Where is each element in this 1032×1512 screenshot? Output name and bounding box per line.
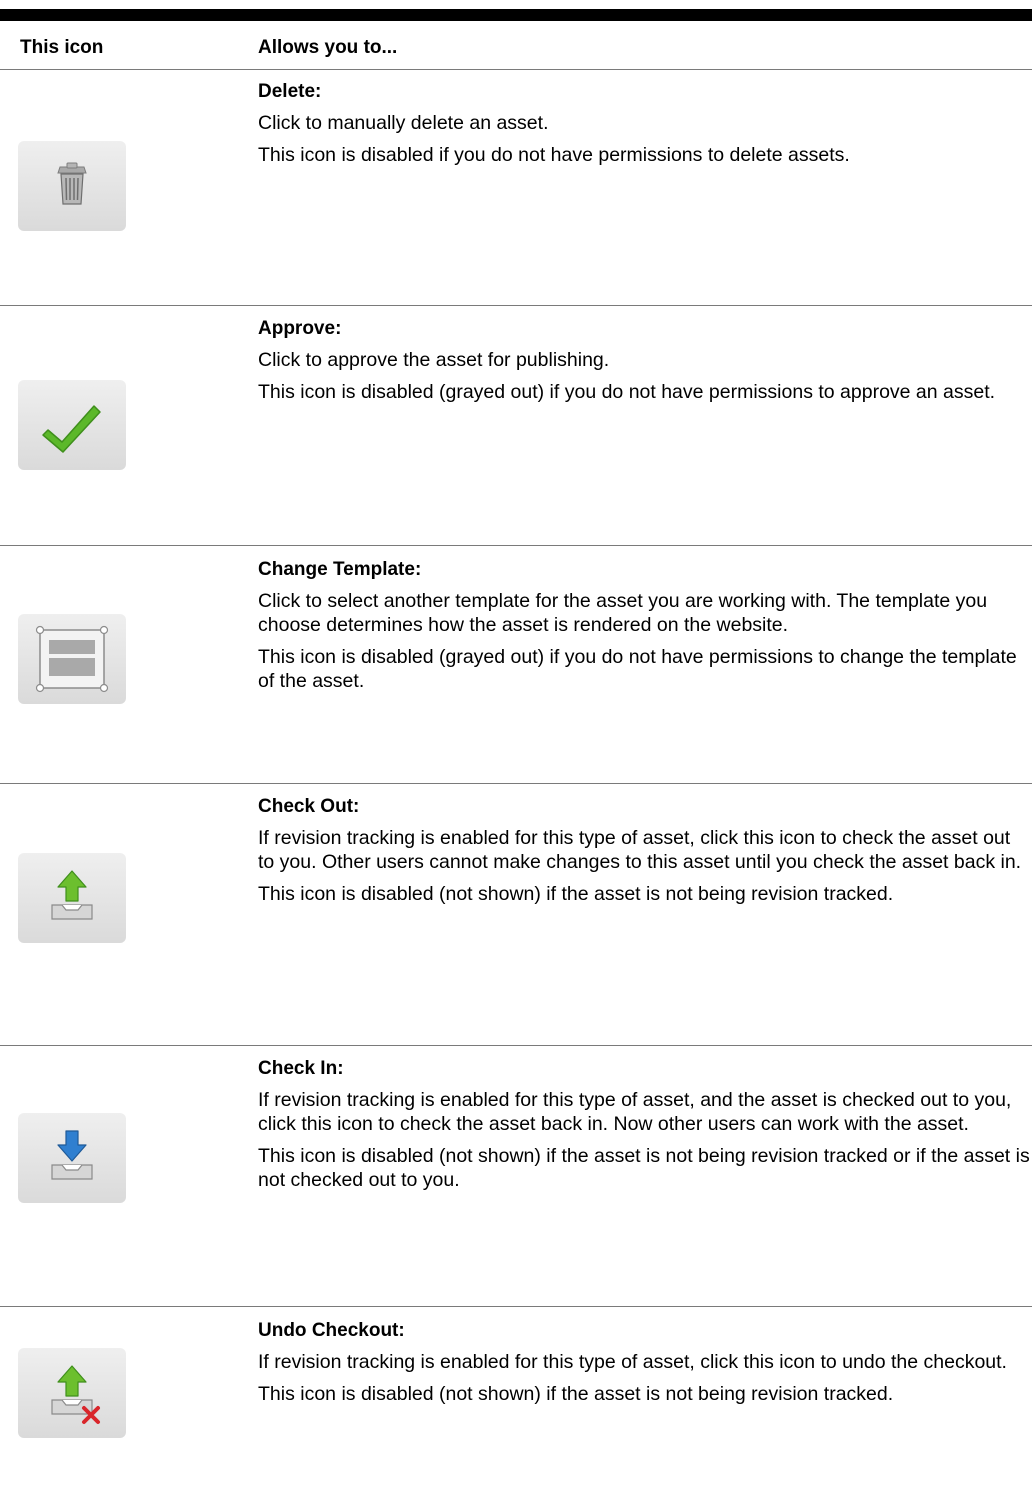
header-rule [0, 69, 1032, 70]
row-text: This icon is disabled if you do not have… [258, 144, 850, 166]
row-text: Click to approve the asset for publishin… [258, 349, 610, 371]
row-text: Click to select another template for the… [258, 590, 988, 636]
row-description: Delete: Click to manually delete an asse… [258, 81, 1030, 175]
undo-checkout-icon [18, 1348, 126, 1438]
row-description: Approve: Click to approve the asset for … [258, 318, 1030, 412]
row-rule [0, 305, 1032, 306]
row-text: This icon is disabled (not shown) if the… [258, 883, 894, 905]
row-rule [0, 1306, 1032, 1307]
row-title: Check In: [258, 1058, 344, 1079]
row-title: Check Out: [258, 796, 360, 817]
row-text: This icon is disabled (not shown) if the… [258, 1383, 894, 1405]
row-description: Change Template: Click to select another… [258, 559, 1030, 701]
row-text: Click to manually delete an asset. [258, 112, 549, 134]
column-header-icon: This icon [20, 37, 104, 58]
row-description: Check In: If revision tracking is enable… [258, 1058, 1030, 1200]
row-text: This icon is disabled (grayed out) if yo… [258, 381, 996, 403]
row-title: Approve: [258, 318, 342, 339]
row-title: Change Template: [258, 559, 422, 580]
row-text: If revision tracking is enabled for this… [258, 1351, 1007, 1373]
row-rule [0, 783, 1032, 784]
checkmark-icon [18, 380, 126, 470]
row-title: Undo Checkout: [258, 1320, 405, 1341]
row-text: This icon is disabled (not shown) if the… [258, 1145, 1030, 1191]
row-title: Delete: [258, 81, 322, 102]
table-top-rule [0, 9, 1032, 21]
row-text: This icon is disabled (grayed out) if yo… [258, 646, 1017, 692]
row-description: Undo Checkout: If revision tracking is e… [258, 1320, 1030, 1414]
column-header-description: Allows you to... [258, 37, 398, 58]
row-rule [0, 545, 1032, 546]
row-rule [0, 1045, 1032, 1046]
check-in-icon [18, 1113, 126, 1203]
trash-icon [18, 141, 126, 231]
row-text: If revision tracking is enabled for this… [258, 827, 1022, 873]
row-description: Check Out: If revision tracking is enabl… [258, 796, 1030, 914]
row-text: If revision tracking is enabled for this… [258, 1089, 1012, 1135]
template-icon [18, 614, 126, 704]
check-out-icon [18, 853, 126, 943]
